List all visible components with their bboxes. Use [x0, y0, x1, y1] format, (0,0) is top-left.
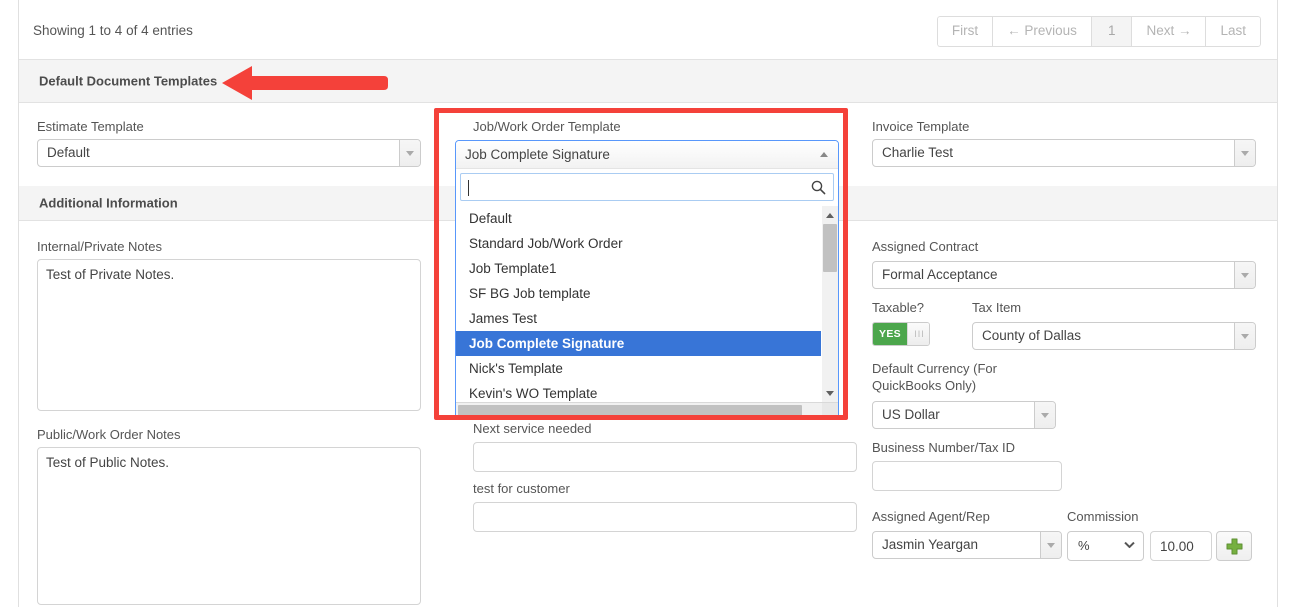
- horizontal-scrollbar-track-end[interactable]: [822, 403, 838, 417]
- dropdown-horizontal-scrollbar[interactable]: [456, 402, 838, 418]
- add-commission-button[interactable]: [1216, 531, 1252, 561]
- pagination-first-button[interactable]: First: [936, 16, 993, 47]
- internal-private-notes-label: Internal/Private Notes: [37, 239, 163, 254]
- tax-item-select[interactable]: County of Dallas: [972, 322, 1256, 350]
- taxable-label: Taxable?: [872, 300, 925, 315]
- dropdown-search-area: [456, 169, 838, 205]
- commission-amount-input[interactable]: [1150, 531, 1212, 561]
- dropdown-search-box[interactable]: [460, 173, 834, 201]
- pagination-page-1-button[interactable]: 1: [1090, 16, 1132, 47]
- job-work-order-template-selected-value: Job Complete Signature: [465, 147, 610, 162]
- assigned-agent-rep-value: Jasmin Yeargan: [882, 537, 979, 552]
- job-work-order-template-dropdown[interactable]: Job Complete Signature Default Standard …: [455, 140, 839, 419]
- chevron-down-icon[interactable]: [1040, 532, 1061, 558]
- scroll-down-arrow-icon[interactable]: [822, 385, 838, 402]
- default-currency-select[interactable]: US Dollar: [872, 401, 1056, 429]
- test-for-customer-input[interactable]: [473, 502, 857, 532]
- next-service-needed-label: Next service needed: [473, 421, 592, 436]
- default-currency-value: US Dollar: [882, 407, 940, 422]
- chevron-down-icon: [1125, 543, 1134, 549]
- entries-count-text: Showing 1 to 4 of 4 entries: [33, 23, 193, 38]
- estimate-template-label: Estimate Template: [37, 119, 144, 134]
- assigned-contract-label: Assigned Contract: [872, 239, 979, 254]
- pagination-next-button[interactable]: Next →: [1131, 16, 1206, 47]
- taxable-toggle-handle[interactable]: III: [907, 323, 929, 345]
- assigned-contract-select[interactable]: Formal Acceptance: [872, 261, 1256, 289]
- dropdown-option[interactable]: Job Template1: [456, 256, 838, 281]
- public-work-order-notes-label: Public/Work Order Notes: [37, 427, 181, 442]
- assigned-agent-rep-select[interactable]: Jasmin Yeargan: [872, 531, 1062, 559]
- dropdown-option-selected[interactable]: Job Complete Signature: [456, 331, 838, 356]
- chevron-down-icon[interactable]: [399, 140, 420, 166]
- commission-type-value: %: [1078, 538, 1090, 553]
- taxable-toggle-on-label: YES: [873, 323, 907, 345]
- job-work-order-template-dropdown-header[interactable]: Job Complete Signature: [456, 141, 838, 169]
- estimate-template-select[interactable]: Default: [37, 139, 421, 167]
- test-for-customer-label: test for customer: [473, 481, 570, 496]
- tax-item-label: Tax Item: [972, 300, 1022, 315]
- pagination-last-button[interactable]: Last: [1205, 16, 1261, 47]
- next-service-needed-input[interactable]: [473, 442, 857, 472]
- commission-type-select[interactable]: %: [1067, 531, 1144, 561]
- business-number-tax-id-label: Business Number/Tax ID: [872, 440, 1016, 455]
- section-header-default-document-templates: Default Document Templates: [19, 60, 1277, 103]
- search-icon: [811, 180, 826, 195]
- invoice-template-label: Invoice Template: [872, 119, 970, 134]
- public-work-order-notes-textarea[interactable]: [37, 447, 421, 605]
- pagination-previous-button[interactable]: ← Previous: [992, 16, 1091, 47]
- pagination-controls[interactable]: First ← Previous 1 Next → Last: [936, 16, 1261, 47]
- dropdown-option[interactable]: Kevin's WO Template: [456, 381, 838, 402]
- business-number-tax-id-input[interactable]: [872, 461, 1062, 491]
- dropdown-options-list[interactable]: Default Standard Job/Work Order Job Temp…: [456, 205, 838, 402]
- entries-row: Showing 1 to 4 of 4 entries First ← Prev…: [19, 0, 1277, 60]
- dropdown-option[interactable]: James Test: [456, 306, 838, 331]
- section-title-default-document-templates: Default Document Templates: [39, 73, 218, 89]
- commission-label: Commission: [1067, 509, 1139, 524]
- taxable-toggle[interactable]: YES III: [872, 322, 930, 346]
- job-work-order-template-label: Job/Work Order Template: [473, 119, 621, 134]
- horizontal-scrollbar-thumb[interactable]: [458, 405, 802, 416]
- chevron-down-icon[interactable]: [1234, 262, 1255, 288]
- estimate-template-value: Default: [47, 145, 90, 160]
- assigned-agent-rep-label: Assigned Agent/Rep: [872, 509, 990, 524]
- settings-page: Showing 1 to 4 of 4 entries First ← Prev…: [0, 0, 1297, 607]
- card-right-border: [1277, 0, 1278, 607]
- dropdown-option[interactable]: SF BG Job template: [456, 281, 838, 306]
- plus-icon: [1226, 538, 1243, 555]
- assigned-contract-value: Formal Acceptance: [882, 267, 998, 282]
- chevron-down-icon[interactable]: [1034, 402, 1055, 428]
- text-cursor: [468, 180, 469, 196]
- section-title-additional-information: Additional Information: [39, 195, 178, 211]
- tax-item-value: County of Dallas: [982, 328, 1082, 343]
- dropdown-vertical-scrollbar[interactable]: [821, 206, 838, 402]
- default-currency-label: Default Currency (For QuickBooks Only): [872, 361, 997, 393]
- vertical-scrollbar-thumb[interactable]: [823, 224, 837, 272]
- invoice-template-value: Charlie Test: [882, 145, 954, 160]
- scroll-up-arrow-icon[interactable]: [822, 206, 838, 223]
- dropdown-option[interactable]: Standard Job/Work Order: [456, 231, 838, 256]
- chevron-down-icon[interactable]: [1234, 140, 1255, 166]
- chevron-up-icon[interactable]: [820, 152, 828, 157]
- chevron-down-icon[interactable]: [1234, 323, 1255, 349]
- invoice-template-select[interactable]: Charlie Test: [872, 139, 1256, 167]
- internal-private-notes-textarea[interactable]: [37, 259, 421, 411]
- dropdown-option[interactable]: Nick's Template: [456, 356, 838, 381]
- dropdown-option[interactable]: Default: [456, 206, 838, 231]
